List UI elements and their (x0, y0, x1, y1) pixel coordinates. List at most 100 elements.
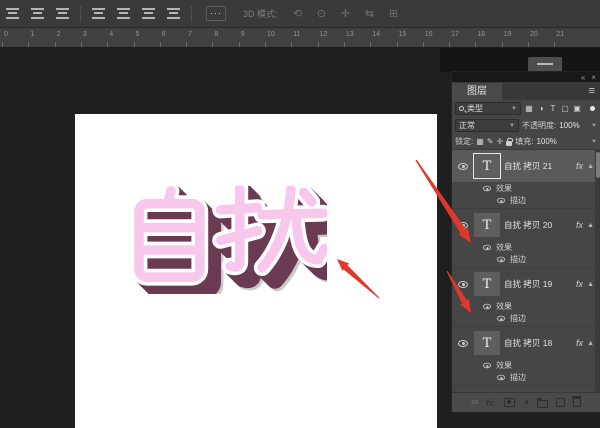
ruler-tick (317, 42, 319, 47)
smart-object-filter-icon[interactable]: ▣ (571, 104, 583, 113)
align-bottom-edges-icon[interactable] (56, 8, 69, 19)
tab-layers[interactable]: 图层 (452, 83, 502, 100)
photoshop-window: ··· 3D 模式: ⟲ ⊙ ✛ ⇆ ⊞ 0 1 2 3 4 5 6 7 8 9 10 11 12 13 14 15 1… (0, 0, 600, 428)
layer-name[interactable]: 自扰 拷贝 19 (504, 278, 572, 290)
type-layer-thumbnail[interactable]: T (474, 272, 500, 296)
layer-fx-badge[interactable]: fx (576, 279, 583, 289)
layer-name[interactable]: 自扰 拷贝 21 (504, 160, 572, 172)
3d-drag-icon[interactable]: ✛ (339, 7, 353, 20)
effects-row[interactable]: 效果 (452, 300, 600, 312)
distribute-spacing-icon[interactable] (167, 8, 180, 19)
lock-position-icon[interactable]: ✛ (497, 137, 504, 146)
visibility-eye-icon[interactable] (458, 280, 468, 288)
stroke-effect-row[interactable]: 描边 (452, 253, 600, 265)
3d-scale-icon[interactable]: ⊞ (387, 7, 401, 20)
ruler-tick (554, 42, 556, 47)
more-options-button[interactable]: ··· (206, 6, 226, 21)
layer-row-自扰 拷贝 19[interactable]: T 自扰 拷贝 19 fx ▲ (452, 268, 600, 300)
lock-transparency-icon[interactable]: ▦ (476, 137, 484, 146)
3d-slide-icon[interactable]: ⇆ (363, 7, 377, 20)
eye-cell (456, 280, 470, 288)
collapsed-panel-button[interactable] (528, 57, 562, 72)
fx-icon[interactable]: fx. (486, 398, 496, 408)
visibility-eye-icon[interactable] (458, 221, 468, 229)
visibility-eye-icon[interactable] (497, 374, 505, 380)
layer-fx-badge[interactable]: fx (576, 220, 583, 230)
align-top-edges-icon[interactable] (6, 8, 19, 19)
fill-value[interactable]: 100% (536, 137, 556, 146)
type-layer-thumbnail[interactable]: T (474, 213, 500, 237)
group-folder-icon[interactable] (536, 397, 548, 408)
layer-name[interactable]: 自扰 拷贝 18 (504, 337, 572, 349)
type-layer-thumbnail[interactable]: T (474, 154, 500, 178)
filter-type-select[interactable]: 类型 ▼ (455, 102, 521, 115)
ruler-tick (238, 42, 240, 47)
ruler-number: 16 (424, 31, 433, 38)
ruler-number: 6 (161, 31, 166, 38)
layer-group: T 自扰 拷贝 19 fx ▲ 效果 描边 (452, 268, 600, 327)
ruler-tick (343, 42, 345, 47)
panel-menu-icon[interactable]: ≡ (584, 83, 600, 100)
pixel-filter-icon[interactable]: ▦ (523, 104, 535, 113)
ruler-number: 18 (477, 31, 486, 38)
type-layer-thumbnail[interactable]: T (474, 331, 500, 355)
layer-row-自扰 拷贝 21[interactable]: T 自扰 拷贝 21 fx ▲ (452, 150, 600, 182)
effects-row[interactable]: 效果 (452, 359, 600, 371)
distribute-top-icon[interactable] (92, 8, 105, 19)
visibility-eye-icon[interactable] (483, 185, 491, 191)
distribute-vertical-centers-icon[interactable] (117, 8, 130, 19)
lock-pixels-icon[interactable]: ✎ (487, 137, 494, 146)
link-icon[interactable]: ∞ (471, 397, 478, 408)
chevron-down-icon[interactable]: ▼ (591, 139, 597, 145)
3d-rotate-icon[interactable]: ⟲ (291, 7, 305, 20)
type-filter-icon[interactable]: T (547, 104, 559, 113)
shape-filter-icon[interactable]: ▢ (559, 104, 571, 113)
stroke-effect-row[interactable]: 描边 (452, 194, 600, 206)
visibility-eye-icon[interactable] (458, 339, 468, 347)
stroke-effect-row[interactable]: 描边 (452, 371, 600, 383)
align-vertical-centers-icon[interactable] (31, 8, 44, 19)
stroke-effect-row[interactable]: 描边 (452, 312, 600, 324)
visibility-eye-icon[interactable] (497, 197, 505, 203)
close-panel-icon[interactable]: × (591, 73, 596, 82)
visibility-eye-icon[interactable] (483, 362, 491, 368)
layer-filter-row: 类型 ▼ ▦ ◑ T ▢ ▣ (452, 100, 600, 117)
adjustment-icon[interactable]: ◑ (523, 397, 529, 408)
layer-mask-icon[interactable] (503, 398, 515, 407)
layer-fx-badge[interactable]: fx (576, 338, 583, 348)
lock-all-icon[interactable] (506, 137, 514, 146)
blend-mode-select[interactable]: 正常 ▼ (455, 119, 519, 132)
ruler-number: 13 (345, 31, 354, 38)
visibility-eye-icon[interactable] (497, 315, 505, 321)
delete-layer-icon[interactable] (571, 396, 581, 407)
scrollbar-thumb[interactable] (595, 152, 600, 178)
layer-row-自扰 拷贝 18[interactable]: T 自扰 拷贝 18 fx ▲ (452, 327, 600, 359)
document-canvas[interactable]: 自扰 (75, 114, 437, 428)
ruler-number: 2 (56, 31, 61, 38)
ruler-number: 8 (214, 31, 219, 38)
ruler-tick (186, 42, 188, 47)
adjustment-filter-icon[interactable]: ◑ (535, 104, 547, 113)
ruler-tick (501, 42, 503, 47)
lock-fill-row: 锁定: ▦ ✎ ✛ 填充: 100% ▼ (452, 134, 600, 150)
ruler-tick (80, 42, 82, 47)
layer-fx-badge[interactable]: fx (576, 161, 583, 171)
horizontal-ruler[interactable]: 0 1 2 3 4 5 6 7 8 9 10 11 12 13 14 15 16 17 18 19 20 21 (0, 28, 600, 48)
layer-row-自扰 拷贝 20[interactable]: T 自扰 拷贝 20 fx ▲ (452, 209, 600, 241)
new-layer-icon[interactable] (555, 398, 565, 407)
distribute-bottom-icon[interactable] (142, 8, 155, 19)
3d-roll-icon[interactable]: ⊙ (315, 7, 329, 20)
effects-row[interactable]: 效果 (452, 182, 600, 194)
collapse-panel-icon[interactable]: « (581, 73, 585, 82)
panel-scrollbar[interactable] (595, 150, 600, 392)
filter-toggle-icon[interactable] (590, 106, 595, 111)
visibility-eye-icon[interactable] (497, 256, 505, 262)
layer-group: T 自扰 拷贝 18 fx ▲ 效果 描边 (452, 327, 600, 386)
effects-row[interactable]: 效果 (452, 241, 600, 253)
visibility-eye-icon[interactable] (458, 162, 468, 170)
visibility-eye-icon[interactable] (483, 244, 491, 250)
layer-name[interactable]: 自扰 拷贝 20 (504, 219, 572, 231)
opacity-value[interactable]: 100% (559, 121, 579, 130)
visibility-eye-icon[interactable] (483, 303, 491, 309)
chevron-down-icon[interactable]: ▼ (591, 123, 597, 129)
